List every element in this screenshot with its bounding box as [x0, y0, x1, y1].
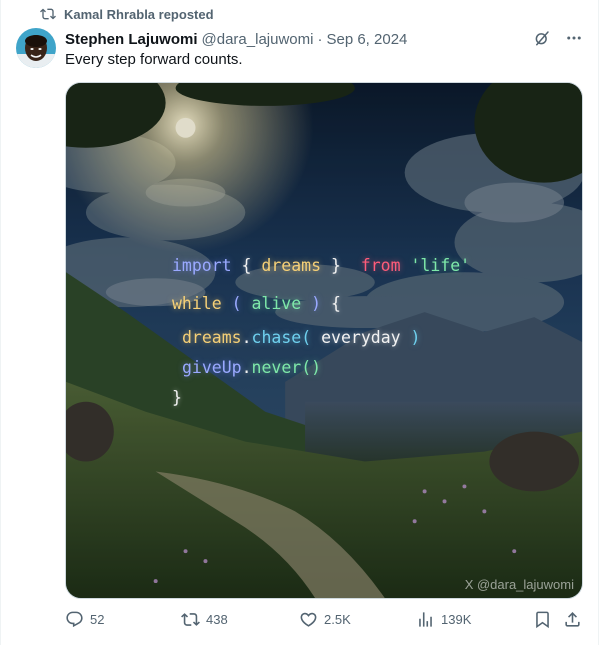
- code-brace: {: [330, 294, 341, 313]
- repost-icon: [181, 613, 200, 626]
- column-border-left: [0, 0, 1, 645]
- bookmark-icon: [536, 611, 549, 629]
- code-line-1: import { dreams } from 'life': [172, 256, 471, 275]
- code-from: from: [360, 256, 401, 275]
- code-dot: .: [241, 328, 252, 347]
- share-button[interactable]: [563, 610, 582, 629]
- reply-count: 52: [90, 612, 105, 627]
- code-dreams: dreams: [261, 256, 322, 275]
- avatar[interactable]: [16, 28, 56, 68]
- code-line-2: while ( alive ) {: [172, 294, 341, 313]
- more-options-icon[interactable]: [565, 29, 583, 47]
- views-count: 139K: [441, 612, 472, 627]
- repost-text: Kamal Rhrabla reposted: [64, 6, 214, 22]
- grok-icon[interactable]: [533, 29, 551, 47]
- code-never: never(): [251, 358, 322, 377]
- code-chase: chase(: [251, 328, 312, 347]
- repost-icon: [40, 8, 56, 20]
- author-handle[interactable]: @dara_lajuwomi: [202, 31, 314, 48]
- repost-button[interactable]: 438: [181, 610, 228, 629]
- media-watermark: X @dara_lajuwomi: [464, 577, 574, 592]
- avatar-image: [16, 28, 56, 68]
- code-alive: alive: [251, 294, 302, 313]
- tweet-action-bar: 52 438 2.5K 139K: [65, 610, 585, 634]
- code-line-4: giveUp.never(): [182, 358, 322, 377]
- code-brace: }: [172, 388, 182, 407]
- tweet-text: Every step forward counts.: [65, 51, 243, 68]
- tweet-media[interactable]: import { dreams } from 'life' while ( al…: [65, 82, 583, 599]
- code-string: 'life': [410, 256, 471, 275]
- repost-context[interactable]: Kamal Rhrabla reposted: [40, 6, 214, 22]
- code-paren: ): [311, 294, 322, 313]
- code-while: while: [172, 294, 222, 313]
- like-count: 2.5K: [324, 612, 351, 627]
- reply-button[interactable]: 52: [65, 610, 104, 629]
- code-line-5: }: [172, 388, 182, 407]
- code-import: import: [172, 256, 232, 275]
- code-dot: .: [241, 358, 252, 377]
- code-brace: }: [330, 256, 341, 275]
- code-brace: {: [241, 256, 252, 275]
- code-paren: (: [231, 294, 242, 313]
- views-icon: [419, 612, 432, 627]
- code-dreams-obj: dreams: [182, 328, 242, 347]
- code-everyday: everyday: [321, 328, 401, 347]
- share-icon: [565, 612, 580, 627]
- reply-icon: [66, 611, 83, 628]
- views-button[interactable]: 139K: [416, 610, 471, 629]
- tweet-date[interactable]: Sep 6, 2024: [326, 31, 407, 48]
- code-line-3: dreams.chase( everyday ): [182, 328, 421, 347]
- tweet-header: Stephen Lajuwomi @dara_lajuwomi · Sep 6,…: [65, 29, 583, 49]
- code-giveup: giveUp: [182, 358, 242, 377]
- repost-count: 438: [206, 612, 228, 627]
- bookmark-button[interactable]: [533, 610, 552, 629]
- author-name[interactable]: Stephen Lajuwomi: [65, 31, 198, 48]
- heart-icon: [300, 612, 317, 627]
- meta-separator: ·: [317, 30, 323, 48]
- header-actions: [533, 29, 583, 47]
- code-paren: ): [410, 328, 421, 347]
- like-button[interactable]: 2.5K: [299, 610, 351, 629]
